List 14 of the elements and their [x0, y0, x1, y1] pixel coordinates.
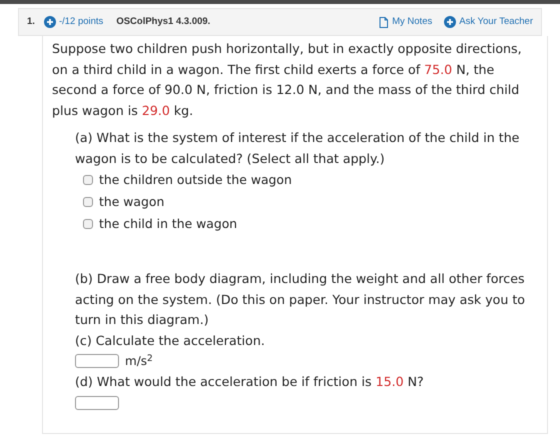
ask-teacher-link[interactable]: Ask Your Teacher — [459, 14, 533, 30]
option-label[interactable]: the child in the wagon — [99, 214, 238, 234]
question-number: 1. — [27, 14, 35, 29]
question-text: (b) Draw a free body diagram, including the weight and all other forces acting on the system. (Do this on paper. Your instructor may ask you to turn in this diagram.) — [75, 270, 526, 329]
points-link[interactable]: -/12 points — [58, 14, 104, 30]
question-text: (d) What would the acceleration be if friction is 15.0 N? — [75, 373, 425, 391]
unit-label: m/s$^{2}$ — [125, 353, 153, 369]
question-text: (c) Calculate the acceleration. — [75, 332, 266, 350]
problem-text: Suppose two children push horizontally, but in exactly opposite directions, on a third child in a wagon. The first child exerts a force of 75.0 N, the second a force of 90.0 N, friction is 12.0 N, and the mass of the third child plus wagon is 29.0 kg. — [52, 40, 523, 120]
question-text: (a) What is the system of interest if the acceleration of the child in the wagon is to be calculated? (Select all that apply.) — [75, 129, 520, 168]
option-label[interactable]: the children outside the wagon — [99, 170, 292, 190]
option-label[interactable]: the wagon — [99, 192, 164, 212]
my-notes-link[interactable]: My Notes — [392, 14, 432, 30]
question-source: OSColPhys1 4.3.009. — [116, 14, 210, 29]
